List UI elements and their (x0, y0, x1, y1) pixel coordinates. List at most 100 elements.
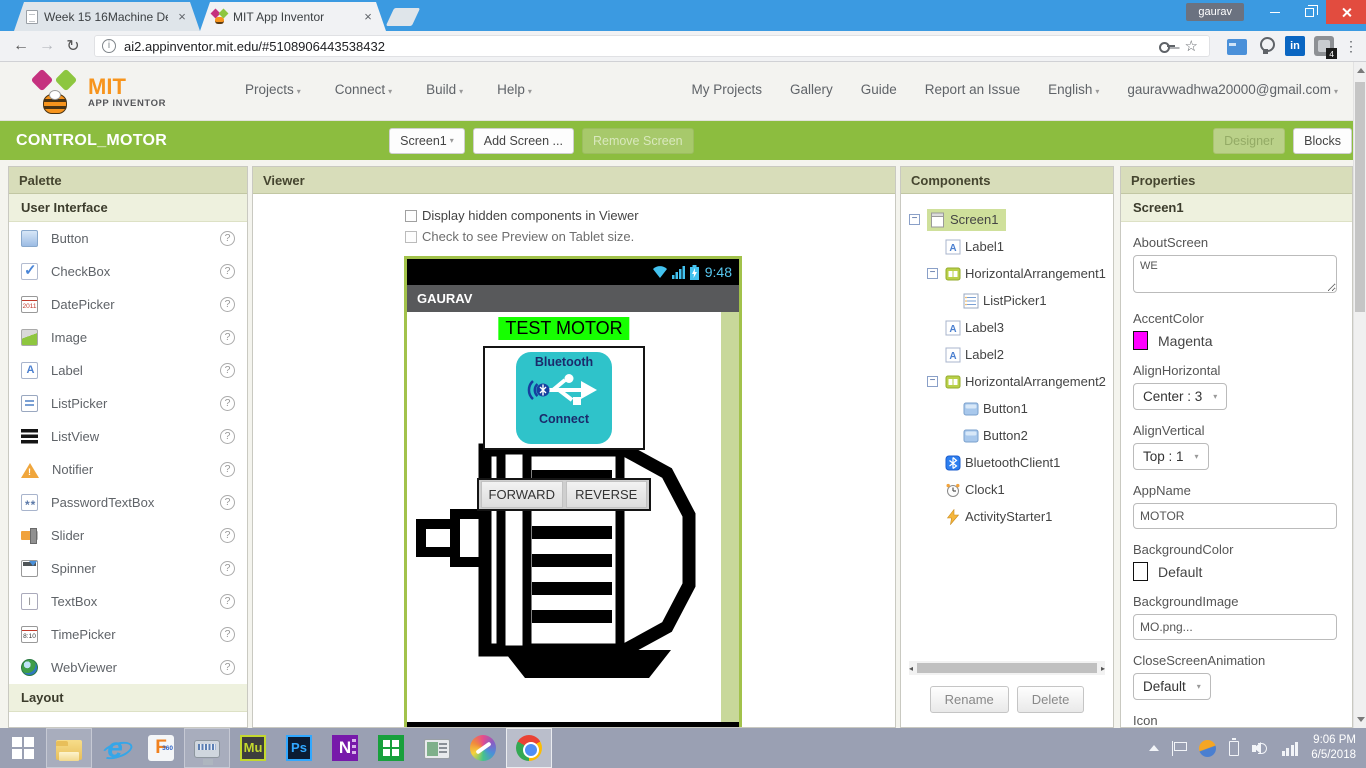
help-icon[interactable]: ? (220, 495, 235, 510)
scrollbar-thumb[interactable] (917, 663, 1097, 673)
site-info-icon[interactable] (102, 39, 116, 53)
magenta-color-swatch[interactable] (1133, 331, 1148, 350)
language-selector[interactable]: English (1048, 82, 1099, 97)
url-text[interactable]: ai2.appinventor.mit.edu/#510890644353843… (124, 39, 1153, 54)
tray-show-hidden-icons[interactable] (1148, 745, 1159, 751)
help-icon[interactable]: ? (220, 363, 235, 378)
app-inventor-logo[interactable]: MIT APP INVENTOR (30, 70, 166, 114)
tree-item-horizontalarrangement2[interactable]: HorizontalArrangement2 (901, 368, 1113, 395)
help-icon[interactable]: ? (220, 528, 235, 543)
menu-build[interactable]: Build (426, 82, 463, 97)
reverse-button[interactable]: REVERSE (565, 481, 647, 508)
scrollbar-thumb[interactable] (1355, 82, 1365, 312)
help-icon[interactable]: ? (220, 297, 235, 312)
network-signal-icon[interactable] (1281, 741, 1299, 756)
window-close-button[interactable] (1326, 0, 1366, 24)
scroll-left-icon[interactable]: ◂ (909, 664, 913, 673)
reload-button[interactable]: ↻ (60, 36, 86, 56)
help-icon[interactable]: ? (220, 561, 235, 576)
start-button[interactable] (0, 728, 46, 768)
backgroundcolor-picker[interactable]: Default (1133, 562, 1340, 581)
palette-item-image[interactable]: Image? (9, 321, 247, 354)
address-bar[interactable]: ai2.appinventor.mit.edu/#510890644353843… (94, 35, 1210, 57)
test-motor-label[interactable]: TEST MOTOR (498, 317, 630, 340)
help-icon[interactable]: ? (220, 660, 235, 675)
remove-screen-button[interactable]: Remove Screen (581, 127, 694, 154)
taskbar-clock[interactable]: 9:06 PM 6/5/2018 (1311, 733, 1356, 763)
forward-button[interactable]: FORWARD (481, 481, 563, 508)
browser-profile-button[interactable]: gaurav (1186, 3, 1244, 21)
taskbar-krita[interactable] (460, 728, 506, 768)
new-tab-button[interactable] (385, 8, 421, 26)
palette-item-button[interactable]: Button? (9, 222, 247, 255)
scroll-up-icon[interactable] (1357, 68, 1365, 73)
palette-item-timepicker[interactable]: TimePicker? (9, 618, 247, 651)
taskbar-adobe-muse[interactable] (230, 728, 276, 768)
help-icon[interactable]: ? (220, 330, 235, 345)
hidden-components-checkbox[interactable] (405, 209, 417, 222)
password-key-icon[interactable] (1158, 38, 1175, 54)
aboutscreen-textarea[interactable]: WE (1133, 255, 1337, 293)
screen-selector-dropdown[interactable]: Screen1 (389, 127, 465, 154)
taskbar-fusion360[interactable] (138, 728, 184, 768)
closescreenanimation-dropdown[interactable]: Default (1133, 673, 1211, 700)
page-vertical-scrollbar[interactable] (1353, 62, 1366, 728)
help-icon[interactable]: ? (220, 396, 235, 411)
palette-section-user-interface[interactable]: User Interface (9, 194, 247, 222)
help-icon[interactable]: ? (220, 264, 235, 279)
taskbar-internet-explorer[interactable] (92, 728, 138, 768)
scroll-down-icon[interactable] (1357, 717, 1365, 722)
account-menu[interactable]: gauravwadhwa20000@gmail.com (1127, 82, 1338, 97)
tray-weather-icon[interactable] (1198, 739, 1216, 757)
tab-close-icon[interactable] (360, 9, 376, 25)
alignhorizontal-dropdown[interactable]: Center : 3 (1133, 383, 1228, 410)
link-report-issue[interactable]: Report an Issue (925, 82, 1020, 97)
add-screen-button[interactable]: Add Screen ... (472, 127, 574, 154)
palette-item-checkbox[interactable]: CheckBox? (9, 255, 247, 288)
help-icon[interactable]: ? (220, 627, 235, 642)
link-my-projects[interactable]: My Projects (691, 82, 762, 97)
tree-item-screen1[interactable]: Screen1 (901, 206, 1113, 233)
taskbar-photoshop[interactable] (276, 728, 322, 768)
tree-item-activitystarter1[interactable]: ActivityStarter1 (901, 503, 1113, 530)
tree-item-horizontalarrangement1[interactable]: HorizontalArrangement1 (901, 260, 1113, 287)
palette-item-datepicker[interactable]: DatePicker? (9, 288, 247, 321)
components-horizontal-scrollbar[interactable]: ◂ ▸ (909, 661, 1105, 675)
palette-item-notifier[interactable]: Notifier? (9, 453, 247, 486)
linkedin-extension-icon[interactable] (1285, 36, 1305, 56)
link-guide[interactable]: Guide (861, 82, 897, 97)
forward-button[interactable]: → (34, 37, 60, 55)
tree-item-bluetoothclient1[interactable]: BluetoothClient1 (901, 449, 1113, 476)
palette-item-webviewer[interactable]: WebViewer? (9, 651, 247, 684)
collapse-icon[interactable] (909, 214, 920, 225)
help-icon[interactable]: ? (220, 231, 235, 246)
help-icon[interactable]: ? (220, 594, 235, 609)
taskbar-file-explorer[interactable] (46, 728, 92, 768)
bluetooth-listpicker[interactable]: Bluetooth Connect (483, 346, 645, 450)
tab-week15[interactable]: Week 15 16Machine Desi (14, 2, 200, 31)
alignvertical-dropdown[interactable]: Top : 1 (1133, 443, 1209, 470)
battery-icon[interactable] (1228, 737, 1239, 756)
tree-item-button1[interactable]: Button1 (901, 395, 1113, 422)
backgroundimage-input[interactable] (1133, 614, 1337, 640)
designer-toggle-button[interactable]: Designer (1213, 127, 1286, 154)
extension-lightbulb-icon[interactable] (1256, 36, 1276, 56)
menu-projects[interactable]: Projects (245, 82, 301, 97)
palette-item-passwordtextbox[interactable]: PasswordTextBox? (9, 486, 247, 519)
tab-mit-app-inventor[interactable]: MIT App Inventor (200, 2, 386, 31)
taskbar-display-settings[interactable] (414, 728, 460, 768)
back-button[interactable]: ← (8, 37, 34, 55)
bookmark-star-icon[interactable] (1185, 37, 1198, 55)
window-minimize-button[interactable] (1258, 0, 1292, 24)
collapse-icon[interactable] (927, 268, 938, 279)
extension-window-icon[interactable] (1227, 39, 1247, 55)
menu-help[interactable]: Help (497, 82, 532, 97)
palette-item-listview[interactable]: ListView? (9, 420, 247, 453)
menu-connect[interactable]: Connect (335, 82, 392, 97)
taskbar-remote-desktop[interactable] (184, 728, 230, 768)
extension-icon[interactable]: 4 (1314, 36, 1337, 59)
link-gallery[interactable]: Gallery (790, 82, 833, 97)
tab-close-icon[interactable] (174, 9, 190, 25)
action-center-flag-icon[interactable] (1171, 740, 1187, 756)
taskbar-windows-store[interactable] (368, 728, 414, 768)
